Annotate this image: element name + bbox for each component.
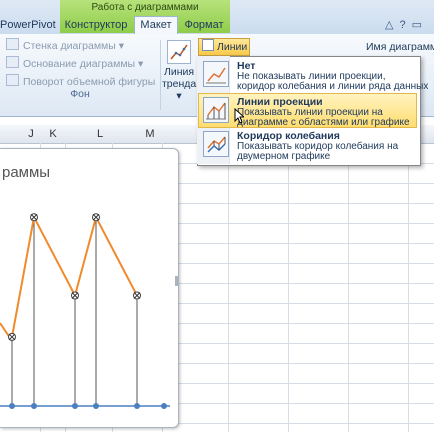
chart-tools-title: Работа с диаграммами bbox=[91, 2, 199, 13]
grid-line bbox=[408, 143, 409, 432]
grid-line bbox=[288, 143, 289, 432]
chart-floor-icon bbox=[6, 56, 19, 68]
chart-wall-icon bbox=[6, 38, 19, 50]
tab-layout[interactable]: Макет bbox=[134, 16, 178, 36]
menu-item-projection-lines[interactable]: Линии проекции Показывать линии проекции… bbox=[198, 93, 417, 128]
column-header-j[interactable]: J bbox=[22, 125, 40, 143]
tab-format[interactable]: Формат bbox=[180, 17, 228, 34]
column-header-m[interactable]: M bbox=[138, 125, 162, 143]
window-controls: △?▭ bbox=[385, 18, 428, 31]
trendline-icon bbox=[167, 40, 191, 64]
baseline-point bbox=[161, 403, 167, 409]
chart-floor-button[interactable]: Основание диаграммы ▾ bbox=[6, 56, 143, 72]
tab-powerpivot[interactable]: PowerPivot bbox=[0, 17, 56, 34]
lines-icon bbox=[202, 39, 214, 51]
lines-menu-items: Нет Не показывать линии проекции, коридо… bbox=[197, 56, 428, 164]
baseline-point bbox=[72, 403, 78, 409]
group-separator bbox=[160, 40, 161, 110]
background-group-label: Фон bbox=[70, 88, 90, 100]
chart-wall-button[interactable]: Стенка диаграммы ▾ bbox=[6, 38, 124, 54]
lines-dropdown-button[interactable]: Линии ▾ bbox=[198, 38, 250, 69]
minimize-ribbon-icon[interactable]: △ bbox=[385, 19, 399, 31]
trendline-button[interactable]: Линия тренда ▾ bbox=[162, 38, 196, 102]
chart-resize-handle bbox=[175, 276, 178, 286]
no-lines-icon bbox=[203, 61, 229, 87]
baseline-point bbox=[134, 403, 140, 409]
menu-item-high-low-lines[interactable]: Коридор колебания Показывать коридор кол… bbox=[199, 128, 415, 162]
grid-line bbox=[228, 143, 229, 432]
mouse-cursor-icon bbox=[234, 108, 244, 124]
chart-name-label: Имя диаграммы bbox=[366, 41, 434, 53]
help-icon[interactable]: ? bbox=[399, 19, 411, 31]
projection-lines-icon bbox=[203, 97, 229, 123]
tab-design[interactable]: Конструктор bbox=[62, 17, 130, 34]
menu-item-none[interactable]: Нет Не показывать линии проекции, коридо… bbox=[199, 58, 428, 92]
chart-plot[interactable] bbox=[0, 148, 178, 426]
high-low-lines-icon bbox=[203, 131, 229, 157]
grid-line bbox=[348, 143, 349, 432]
restore-window-icon[interactable]: ▭ bbox=[412, 19, 428, 31]
baseline-point bbox=[93, 403, 99, 409]
baseline-point bbox=[9, 403, 15, 409]
baseline-point bbox=[31, 403, 37, 409]
column-header-l[interactable]: L bbox=[88, 125, 112, 143]
column-header-k[interactable]: K bbox=[41, 125, 65, 143]
3d-rotation-icon bbox=[6, 74, 19, 86]
